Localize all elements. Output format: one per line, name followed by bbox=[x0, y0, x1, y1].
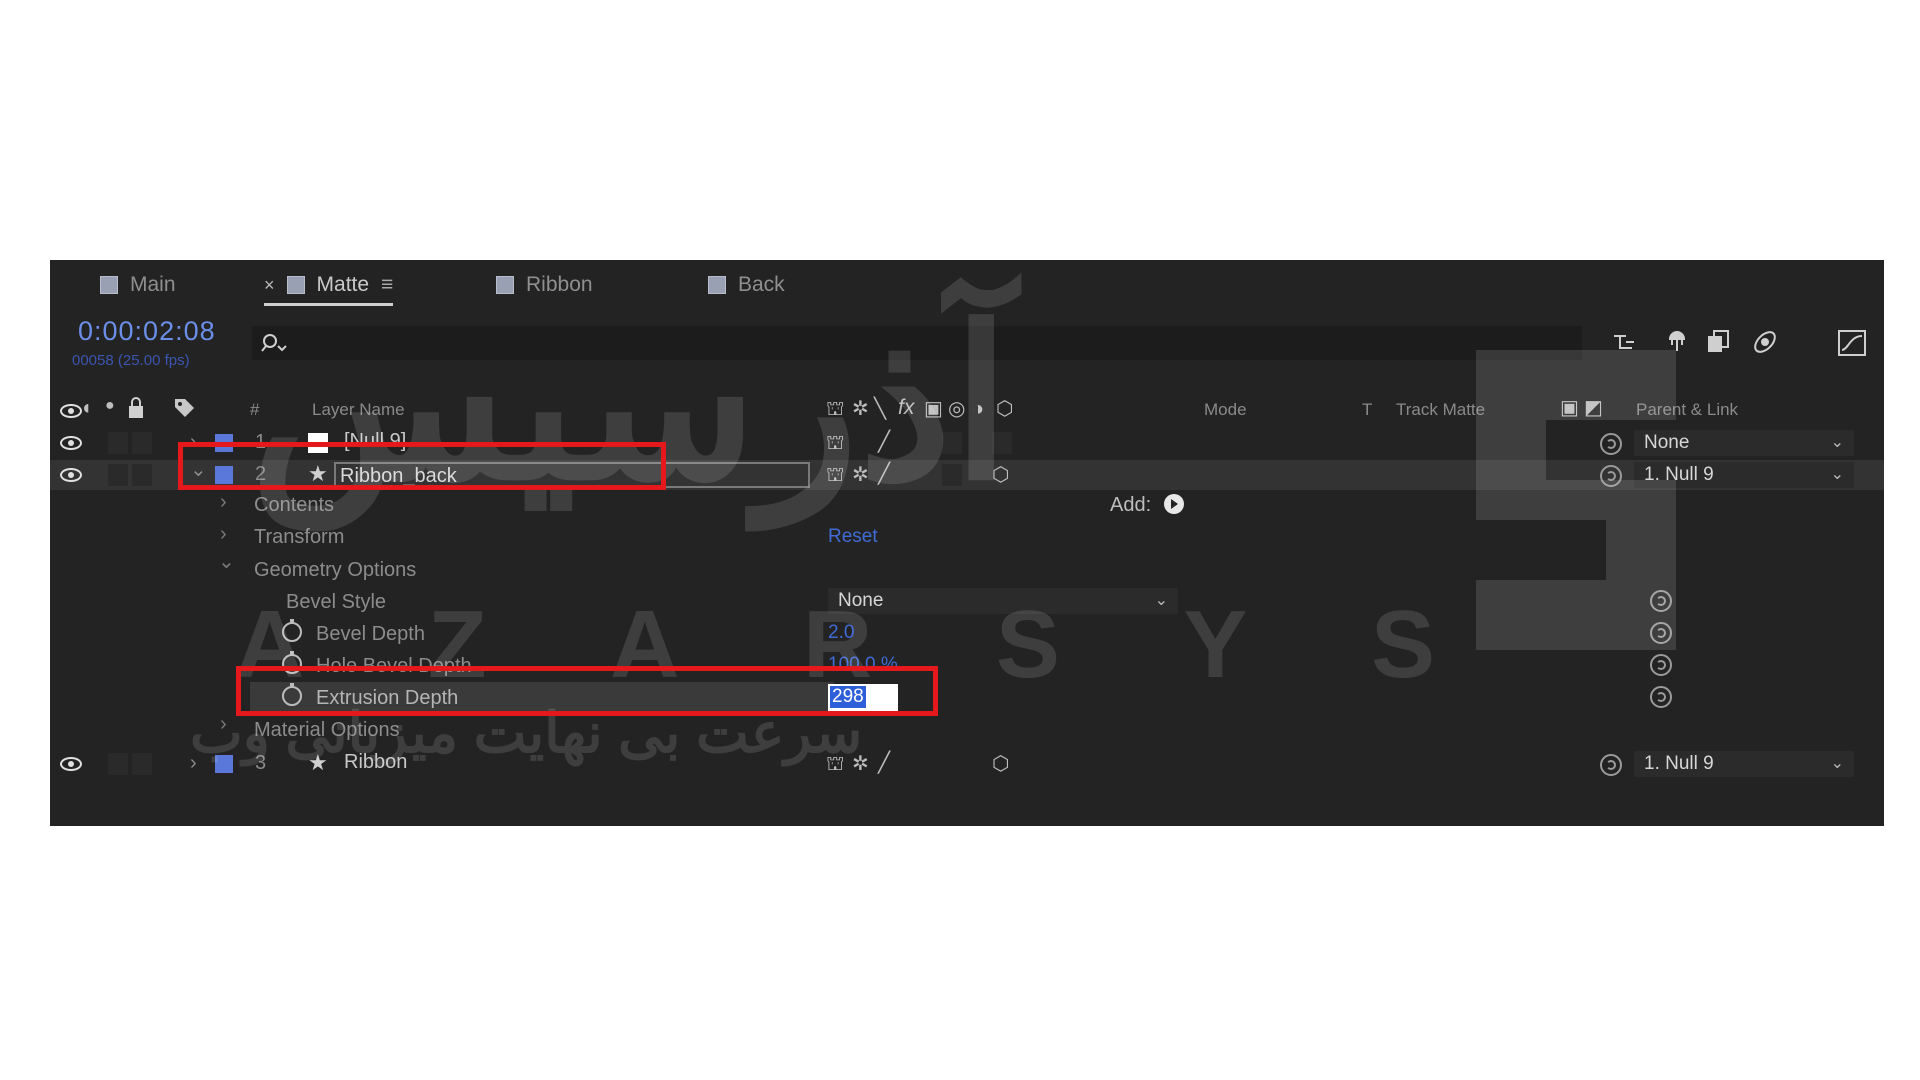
graph-editor-icon[interactable] bbox=[1836, 328, 1868, 358]
visibility-eye-icon[interactable] bbox=[60, 468, 82, 482]
chevron-down-icon: ⌄ bbox=[1830, 755, 1844, 772]
tab-label: Main bbox=[130, 273, 176, 296]
column-t: T bbox=[1362, 400, 1373, 419]
column-mode[interactable]: Mode bbox=[1204, 400, 1247, 420]
watermark-letter: Y bbox=[1183, 591, 1248, 698]
video-visibility-icon[interactable] bbox=[60, 404, 82, 418]
transform-group[interactable]: Transform bbox=[254, 526, 344, 549]
watermark-brand-mark bbox=[1476, 350, 1676, 650]
audio-cell[interactable] bbox=[108, 464, 128, 486]
audio-cell[interactable] bbox=[108, 753, 128, 775]
parent-value: 1. Null 9 bbox=[1644, 753, 1714, 774]
visibility-eye-icon[interactable] bbox=[60, 757, 82, 771]
transform-reset-link[interactable]: Reset bbox=[828, 526, 878, 548]
highlight-layer-name bbox=[178, 442, 666, 490]
chevron-down-icon: ⌄ bbox=[1830, 466, 1844, 483]
lock-icon[interactable] bbox=[126, 396, 146, 420]
add-menu-icon[interactable] bbox=[1162, 492, 1186, 516]
visibility-eye-icon[interactable] bbox=[60, 436, 82, 450]
chevron-down-icon: ⌄ bbox=[1830, 434, 1844, 451]
motion-blur-icon[interactable] bbox=[1750, 328, 1780, 356]
label-tag-icon[interactable] bbox=[172, 396, 196, 420]
highlight-extrusion-depth bbox=[236, 666, 938, 716]
watermark-letter: S bbox=[995, 591, 1060, 698]
solo-cell[interactable] bbox=[132, 464, 152, 486]
comp-swatch-icon bbox=[100, 276, 118, 294]
collapse-chevron-icon[interactable]: ⌄ bbox=[218, 552, 235, 572]
3d-layer-icon[interactable]: ⬡ bbox=[992, 754, 1009, 774]
quality-switch-icon[interactable]: ╱ bbox=[878, 753, 890, 773]
solo-icon[interactable]: ● bbox=[105, 398, 115, 414]
solo-cell[interactable] bbox=[132, 753, 152, 775]
tab-main[interactable]: Main bbox=[100, 268, 176, 302]
timeline-panel: Main × Matte ≡ Ribbon Back 0:00:02:08 00… bbox=[50, 260, 1884, 826]
watermark-letter: S bbox=[1370, 591, 1435, 698]
pick-whip-icon[interactable] bbox=[1600, 754, 1622, 776]
parent-dropdown[interactable]: 1. Null 9 ⌄ bbox=[1634, 751, 1854, 777]
expand-chevron-icon[interactable]: › bbox=[220, 492, 227, 512]
frame-rate-info: 00058 (25.00 fps) bbox=[72, 352, 190, 369]
add-label: Add: bbox=[1110, 494, 1152, 516]
solo-cell[interactable] bbox=[132, 432, 152, 454]
audio-cell[interactable] bbox=[108, 432, 128, 454]
geometry-options-group[interactable]: Geometry Options bbox=[254, 559, 416, 582]
current-time-display[interactable]: 0:00:02:08 bbox=[78, 316, 216, 347]
audio-icon[interactable]: ◖ bbox=[80, 398, 92, 418]
expand-chevron-icon[interactable]: › bbox=[220, 524, 227, 544]
